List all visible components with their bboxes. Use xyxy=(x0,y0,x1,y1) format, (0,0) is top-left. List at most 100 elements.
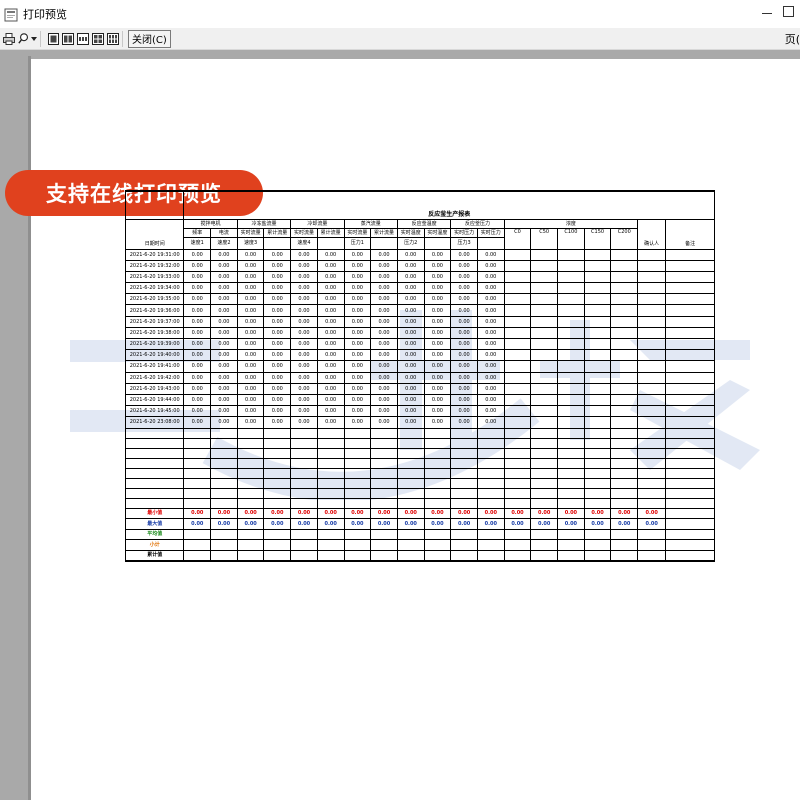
row-empty-cell xyxy=(236,467,265,479)
row-value: 0.00 xyxy=(290,371,318,384)
minimize-button[interactable] xyxy=(762,13,772,14)
unit-header: 速度4 xyxy=(290,236,318,250)
column-header-confirm: 确认人 xyxy=(637,218,667,250)
row-empty-cell xyxy=(557,326,585,340)
row-empty-cell xyxy=(557,477,585,489)
summary-value xyxy=(530,528,559,540)
unit-header: 速度1 xyxy=(183,236,212,250)
row-empty-cell xyxy=(503,382,532,395)
row-empty-cell xyxy=(665,457,715,469)
row-value: 0.00 xyxy=(316,293,345,306)
row-empty-cell xyxy=(423,497,452,509)
row-empty-cell xyxy=(263,457,292,469)
row-timestamp: 2021-6-20 19:34:00 xyxy=(124,282,185,295)
close-button[interactable]: 关闭(C) xyxy=(128,29,171,48)
table-row: 2021-6-20 19:35:00 0.00 0.00 0.00 0.00 0.00 0.… xyxy=(124,293,715,306)
row-value: 0.00 xyxy=(343,259,372,272)
row-empty-cell xyxy=(637,382,667,395)
row-empty-cell xyxy=(637,457,667,469)
summary-label: 平均值 xyxy=(124,528,185,540)
row-empty-cell xyxy=(530,304,559,317)
three-page-icon[interactable] xyxy=(77,32,89,46)
sub-header: 累计流量 xyxy=(263,227,292,238)
table-row: 2021-6-20 19:43:00 0.00 0.00 0.00 0.00 0.00 0.… xyxy=(124,382,715,395)
row-empty-cell xyxy=(530,371,559,384)
row-value: 0.00 xyxy=(476,293,505,306)
row-value: 0.00 xyxy=(396,315,425,328)
row-empty-cell xyxy=(557,393,585,407)
summary-row: 小计 xyxy=(124,539,715,551)
summary-value: 0.00 xyxy=(210,518,238,530)
row-empty-cell xyxy=(450,467,478,479)
row-value: 0.00 xyxy=(396,393,425,407)
summary-value xyxy=(183,549,212,562)
chevron-down-icon[interactable] xyxy=(31,32,37,46)
row-empty-cell xyxy=(503,487,532,499)
row-empty-cell xyxy=(370,437,398,449)
four-page-icon[interactable] xyxy=(92,32,104,46)
row-empty-cell xyxy=(583,382,612,395)
summary-value xyxy=(316,549,345,562)
summary-value xyxy=(450,539,478,551)
group-header: 搅拌电机 xyxy=(183,218,238,229)
row-value: 0.00 xyxy=(423,293,452,306)
row-empty-cell xyxy=(476,457,505,469)
row-value: 0.00 xyxy=(236,315,265,328)
row-empty-cell xyxy=(530,270,559,284)
row-empty-cell xyxy=(236,477,265,489)
summary-value xyxy=(396,528,425,540)
one-page-icon[interactable] xyxy=(47,32,59,46)
two-page-icon[interactable] xyxy=(62,32,74,46)
row-value: 0.00 xyxy=(183,326,212,340)
printer-icon[interactable] xyxy=(3,32,15,46)
row-value: 0.00 xyxy=(236,326,265,340)
row-empty-cell xyxy=(557,304,585,317)
row-empty-cell xyxy=(503,360,532,373)
row-empty-cell xyxy=(610,457,639,469)
summary-value: 0.00 xyxy=(316,507,345,519)
summary-value xyxy=(370,539,398,551)
row-value: 0.00 xyxy=(316,282,345,295)
row-value: 0.00 xyxy=(423,349,452,362)
row-empty-cell xyxy=(503,337,532,351)
row-empty-cell xyxy=(236,497,265,509)
zoom-icon[interactable] xyxy=(18,32,30,46)
row-value: 0.00 xyxy=(476,382,505,395)
row-value: 0.00 xyxy=(290,360,318,373)
row-value: 0.00 xyxy=(263,371,292,384)
row-empty-cell xyxy=(637,315,667,328)
table-row: 2021-6-20 23:08:00 0.00 0.00 0.00 0.00 0.00 0.… xyxy=(124,416,715,429)
row-empty-cell xyxy=(210,497,238,509)
row-value: 0.00 xyxy=(316,360,345,373)
row-empty-cell xyxy=(290,477,318,489)
row-value: 0.00 xyxy=(343,304,372,317)
summary-value: 0.00 xyxy=(637,518,667,530)
row-empty-cell xyxy=(583,447,612,459)
row-empty-cell xyxy=(396,487,425,499)
row-empty-cell xyxy=(503,447,532,459)
row-empty-cell xyxy=(343,467,372,479)
row-value: 0.00 xyxy=(290,349,318,362)
row-value: 0.00 xyxy=(370,405,398,418)
row-empty-cell xyxy=(530,326,559,340)
row-value: 0.00 xyxy=(316,349,345,362)
six-page-icon[interactable] xyxy=(107,32,119,46)
row-empty-cell xyxy=(210,457,238,469)
row-timestamp: 2021-6-20 19:41:00 xyxy=(124,360,185,373)
row-empty-cell xyxy=(396,427,425,439)
row-value: 0.00 xyxy=(423,405,452,418)
group-header: 冷冻盐流量 xyxy=(236,218,292,229)
row-empty-cell xyxy=(583,349,612,362)
sub-header-concentration: C50 xyxy=(530,227,559,250)
summary-value: 0.00 xyxy=(183,507,212,519)
row-empty-cell xyxy=(396,467,425,479)
row-empty-cell xyxy=(530,416,559,429)
row-value: 0.00 xyxy=(263,259,292,272)
row-empty-cell xyxy=(557,248,585,261)
sub-header: 频率 xyxy=(183,227,212,238)
row-value: 0.00 xyxy=(450,315,478,328)
maximize-button[interactable] xyxy=(783,6,794,17)
row-timestamp: 2021-6-20 19:35:00 xyxy=(124,293,185,306)
group-header-concentration: 浓度 xyxy=(503,218,639,229)
row-value: 0.00 xyxy=(183,270,212,284)
